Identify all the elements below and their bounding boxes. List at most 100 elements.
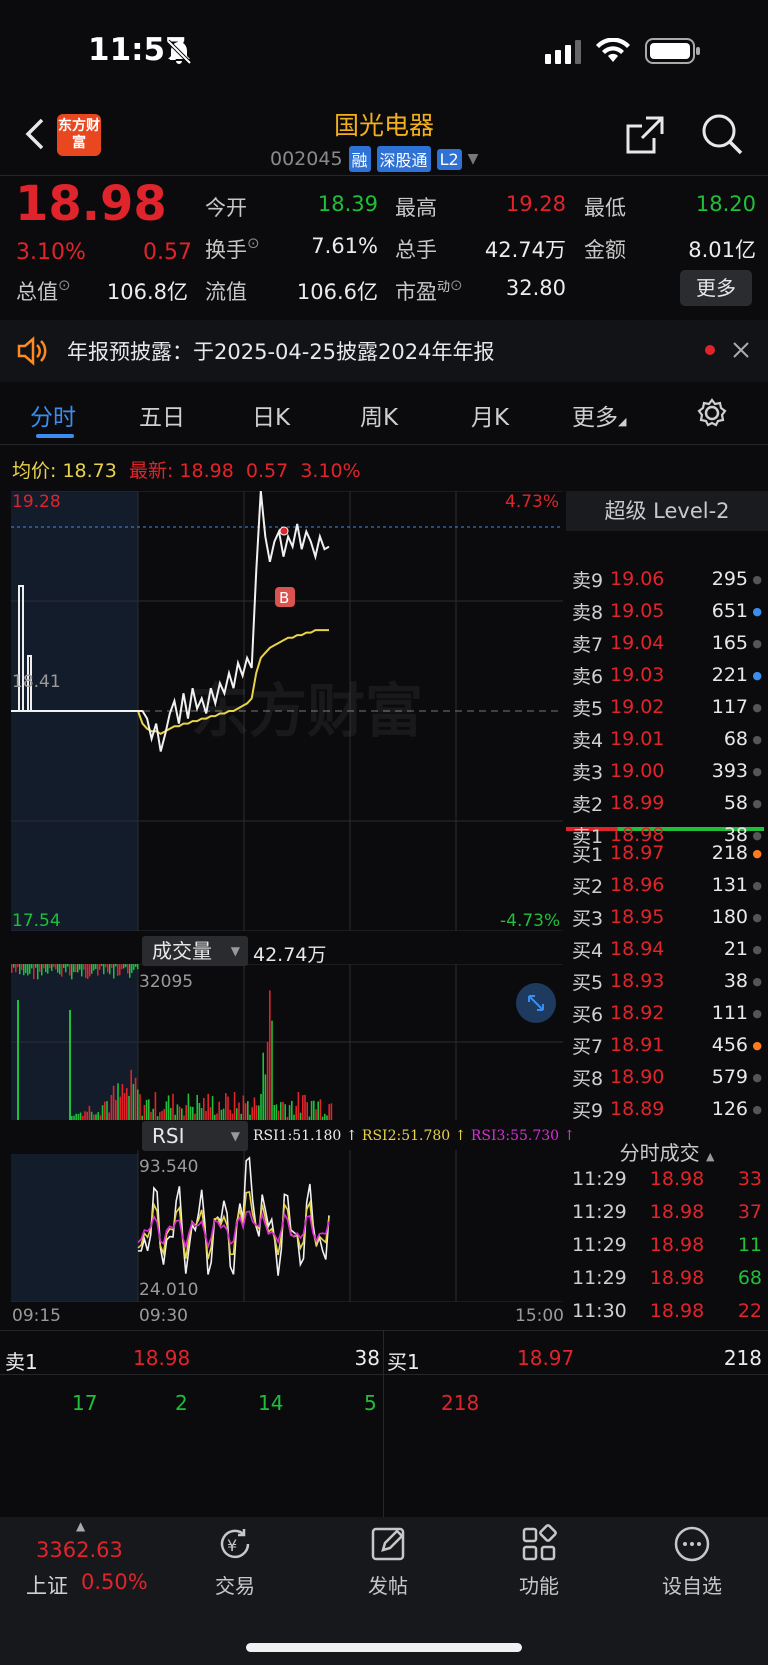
rsi-chart[interactable]: [11, 1150, 563, 1302]
ask-level-label: 卖2: [572, 793, 604, 816]
volume-bar: [37, 964, 39, 980]
volume-bar: [308, 1116, 311, 1120]
volume-bar: [35, 964, 37, 968]
volume-bar: [170, 1108, 172, 1120]
volume-bar: [209, 1107, 212, 1120]
nav-trade[interactable]: ¥ 交易: [175, 1524, 295, 1599]
volume-bar: [297, 1092, 300, 1120]
nav-functions[interactable]: 功能: [479, 1524, 599, 1599]
volume-bar: [133, 964, 135, 970]
dropdown-icon[interactable]: ▼: [468, 151, 479, 167]
volume-bar: [194, 1113, 196, 1120]
tab-monthly-k[interactable]: 月K: [471, 398, 509, 432]
volume-bar: [236, 1108, 238, 1120]
tab-five-day[interactable]: 五日: [139, 398, 185, 432]
battery-icon: [645, 38, 700, 64]
ask-level-label: 卖7: [572, 633, 604, 656]
mktcap-value: 106.8亿: [106, 280, 188, 304]
bid-row[interactable]: 买6 18.92 111 ●: [572, 997, 764, 1029]
index-pct[interactable]: 0.50%: [81, 1570, 148, 1594]
volume-bar: [200, 1108, 203, 1120]
volume-bar: [317, 1101, 319, 1120]
tab-weekly-k[interactable]: 周K: [360, 398, 398, 432]
pe-label[interactable]: 市盈动⊙: [395, 276, 463, 306]
ask-row[interactable]: 卖7 19.04 165 ●: [572, 627, 764, 659]
close-icon[interactable]: [733, 342, 749, 358]
tick-row[interactable]: 11:29 18.98 11: [572, 1234, 762, 1266]
volume-bar: [211, 1096, 214, 1120]
volume-bar: [113, 964, 115, 979]
tick-row[interactable]: 11:30 18.98 22: [572, 1300, 762, 1332]
volume-bar: [189, 1106, 192, 1120]
ask-row[interactable]: 卖6 19.03 221 ●: [572, 659, 764, 691]
sell1-label: 卖1: [5, 1350, 38, 1374]
turnover-label[interactable]: 换手⊙: [205, 234, 260, 264]
volume-bar: [176, 1104, 179, 1120]
tab-daily-k[interactable]: 日K: [252, 398, 290, 432]
rsi2-value: RSI2:51.780 ↑: [361, 1128, 467, 1144]
home-indicator: [246, 1643, 522, 1652]
expand-up-icon[interactable]: ▲: [76, 1519, 85, 1533]
tick-volume: 37: [737, 1201, 762, 1223]
index-value[interactable]: 3362.63: [36, 1538, 123, 1562]
ask-row[interactable]: 卖3 19.00 393 ●: [572, 755, 764, 787]
bid-row[interactable]: 买4 18.94 21 ●: [572, 933, 764, 965]
intraday-price-chart[interactable]: 东方财富 B: [11, 491, 563, 931]
rsi-bottom-label: 24.010: [139, 1280, 199, 1300]
volume-indicator-select[interactable]: 成交量 ▼: [142, 936, 248, 966]
bid-row[interactable]: 买8 18.90 579 ●: [572, 1061, 764, 1093]
sell1-price: 18.98: [133, 1346, 191, 1370]
stock-code-row[interactable]: 002045 融 深股通 L2 ▼: [270, 146, 478, 172]
tab-more[interactable]: 更多◢: [572, 398, 626, 432]
ask-row[interactable]: 卖5 19.02 117 ●: [572, 691, 764, 723]
bid-level-label: 买3: [572, 907, 604, 930]
level2-title[interactable]: 超级 Level-2: [566, 491, 768, 531]
volume-bar: [127, 964, 129, 974]
ask-row[interactable]: 卖2 18.99 58 ●: [572, 787, 764, 819]
rsi-indicator-select[interactable]: RSI ▼: [142, 1121, 248, 1151]
ask-level-label: 卖5: [572, 697, 604, 720]
bid-row[interactable]: 买7 18.91 456 ●: [572, 1029, 764, 1061]
volume-bar: [214, 1114, 216, 1120]
share-icon[interactable]: [624, 114, 666, 156]
bid-row[interactable]: 买5 18.93 38 ●: [572, 965, 764, 997]
volume-chart[interactable]: [11, 964, 563, 1120]
mktcap-label[interactable]: 总值⊙: [16, 276, 71, 306]
tick-row[interactable]: 11:29 18.98 68: [572, 1267, 762, 1299]
info-icon: ⊙: [58, 276, 71, 294]
bid-row[interactable]: 买2 18.96 131 ●: [572, 869, 764, 901]
volume-bar: [330, 1103, 333, 1120]
settings-gear-icon[interactable]: [697, 398, 727, 428]
volume-bar: [21, 964, 23, 970]
volume-bar: [286, 1117, 289, 1120]
ask-row[interactable]: 卖8 19.05 651 ●: [572, 595, 764, 627]
volume-bar: [227, 1096, 229, 1120]
bid-row[interactable]: 买9 18.89 126 ●: [572, 1093, 764, 1125]
volume-bar: [240, 1113, 242, 1120]
bid-volume: 38: [723, 970, 748, 992]
tick-row[interactable]: 11:29 18.98 33: [572, 1168, 762, 1200]
index-name[interactable]: 上证: [26, 1570, 68, 1600]
tick-row[interactable]: 11:29 18.98 37: [572, 1201, 762, 1233]
volume-bar: [19, 964, 21, 975]
ask-row[interactable]: 卖9 19.06 295 ●: [572, 563, 764, 595]
bid-row[interactable]: 买3 18.95 180 ●: [572, 901, 764, 933]
tab-intraday[interactable]: 分时: [30, 398, 76, 432]
bid-price: 18.96: [610, 874, 665, 896]
more-button[interactable]: 更多: [680, 270, 752, 306]
bid-level-label: 买6: [572, 1003, 604, 1026]
trade-icon: ¥: [220, 1529, 250, 1559]
nav-post[interactable]: 发帖: [328, 1524, 448, 1599]
bid-row[interactable]: 买1 18.97 218 ●: [572, 837, 764, 869]
search-icon[interactable]: [700, 112, 744, 156]
volume-bar: [73, 1115, 75, 1120]
high-value: 19.28: [505, 192, 566, 216]
expand-button[interactable]: [516, 983, 556, 1023]
ticks-title[interactable]: 分时成交 ▲: [566, 1137, 768, 1166]
notice-text[interactable]: 年报预披露：于2025-04-25披露2024年年报: [67, 336, 494, 366]
volume-bar: [112, 1085, 115, 1120]
volume-bar: [154, 1092, 157, 1120]
nav-add-watchlist[interactable]: 设自选: [632, 1524, 752, 1599]
ask-row[interactable]: 卖4 19.01 68 ●: [572, 723, 764, 755]
volume-bar: [90, 1111, 93, 1120]
